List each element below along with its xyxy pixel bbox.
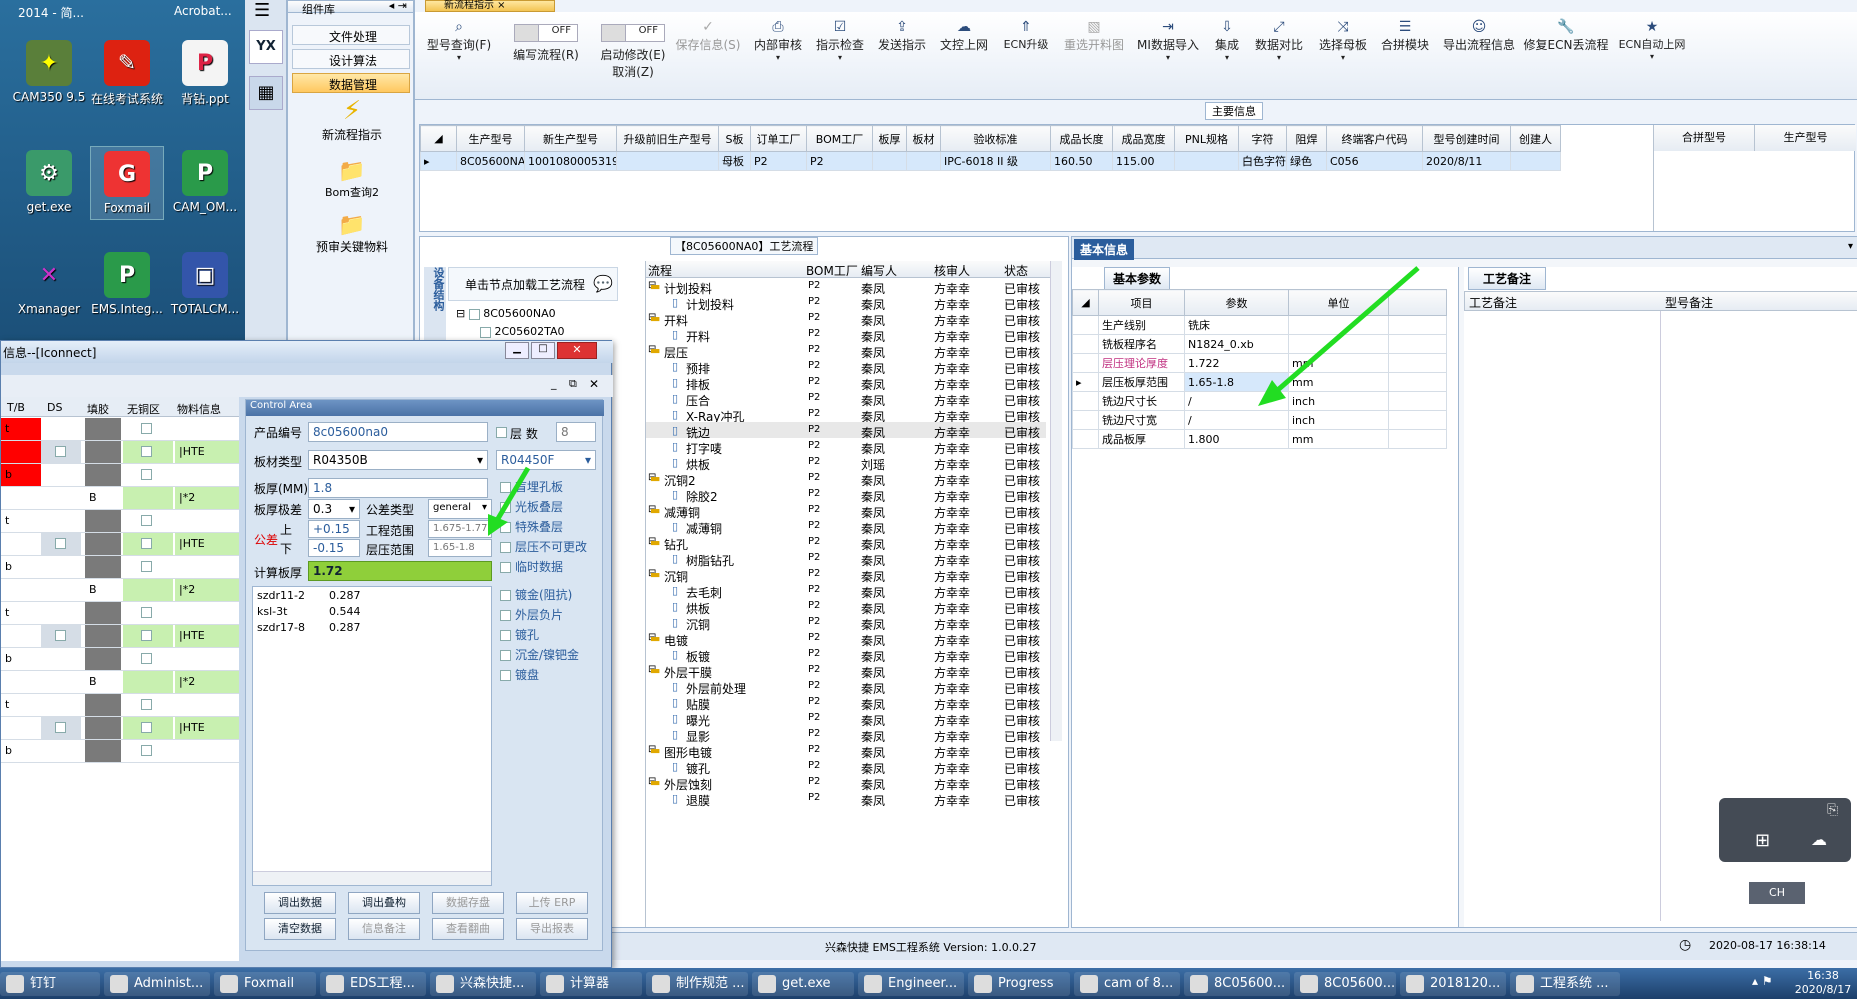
taskbar-item[interactable]: 2018120... xyxy=(1400,972,1506,996)
taskbar-item[interactable]: Progress xyxy=(968,972,1070,996)
taskbar-item[interactable]: cam of 8... xyxy=(1074,972,1180,996)
taskbar-item[interactable]: EDS工程... xyxy=(320,972,426,996)
arrow-line-right xyxy=(1270,266,1420,397)
taskbar-item[interactable]: 工程系统 ... xyxy=(1510,972,1620,996)
taskbar-clock[interactable]: 16:38 2020/8/17 xyxy=(1790,969,1856,997)
tray-icons[interactable]: ▴ ⚑ xyxy=(1752,974,1784,994)
taskbar-item[interactable]: 8C05600... xyxy=(1294,972,1396,996)
taskbar-item[interactable]: 兴森快捷... xyxy=(430,972,536,996)
taskbar-item[interactable]: 钉钉 xyxy=(0,972,100,996)
taskbar-item[interactable]: 计算器 xyxy=(540,972,642,996)
taskbar-item[interactable]: 制作规范 ... xyxy=(646,972,748,996)
taskbar: 钉钉 Administ... Foxmail EDS工程... 兴森快捷... 计算器 制作… xyxy=(0,968,1857,999)
taskbar-item[interactable]: Engineer... xyxy=(858,972,964,996)
taskbar-item[interactable]: Foxmail xyxy=(214,972,316,996)
arrow-line-left xyxy=(493,466,531,524)
taskbar-item[interactable]: 8C05600... xyxy=(1184,972,1290,996)
taskbar-item[interactable]: get.exe xyxy=(752,972,854,996)
taskbar-item[interactable]: Administ... xyxy=(104,972,210,996)
annotation-arrows xyxy=(488,266,1420,536)
